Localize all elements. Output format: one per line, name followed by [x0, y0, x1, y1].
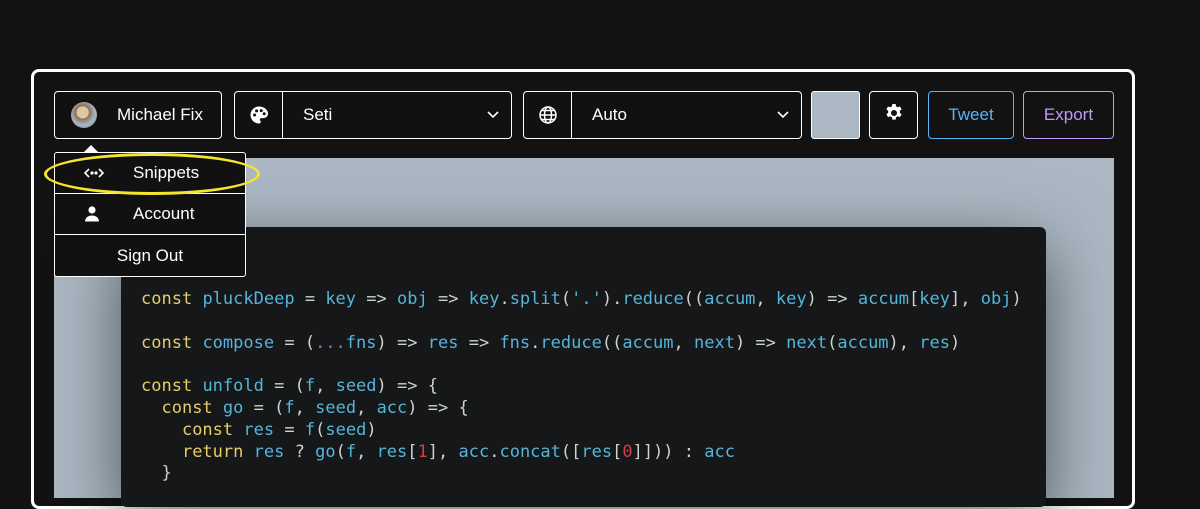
menu-item-label: Account	[133, 204, 195, 223]
tweet-button[interactable]: Tweet	[928, 91, 1014, 139]
menu-item-account[interactable]: Account	[55, 194, 245, 235]
user-name: Michael Fix	[117, 105, 203, 124]
code-block[interactable]: const pluckDeep = key => obj => key.spli…	[141, 289, 1022, 485]
menu-item-sign-out[interactable]: Sign Out	[55, 235, 245, 276]
language-label: Auto	[592, 105, 627, 124]
theme-label: Seti	[303, 105, 333, 124]
menu-item-label: Sign Out	[116, 245, 184, 265]
language-select[interactable]: Auto	[523, 91, 802, 139]
avatar	[71, 102, 97, 128]
code-brackets-icon	[83, 166, 133, 180]
globe-icon	[524, 92, 572, 138]
palette-icon	[235, 92, 283, 138]
theme-select[interactable]: Seti	[234, 91, 512, 139]
user-icon	[83, 205, 133, 223]
chevron-down-icon	[475, 111, 511, 119]
user-dropdown-menu: Snippets Account Sign Out	[54, 145, 246, 277]
chevron-down-icon	[765, 111, 801, 119]
menu-item-label: Snippets	[133, 163, 200, 182]
background-color-swatch[interactable]	[811, 91, 860, 139]
settings-button[interactable]	[869, 91, 918, 139]
user-menu-button[interactable]: Michael Fix	[54, 91, 222, 139]
export-button[interactable]: Export	[1023, 91, 1114, 139]
menu-item-snippets[interactable]: Snippets	[55, 153, 245, 194]
gear-icon	[884, 103, 904, 128]
